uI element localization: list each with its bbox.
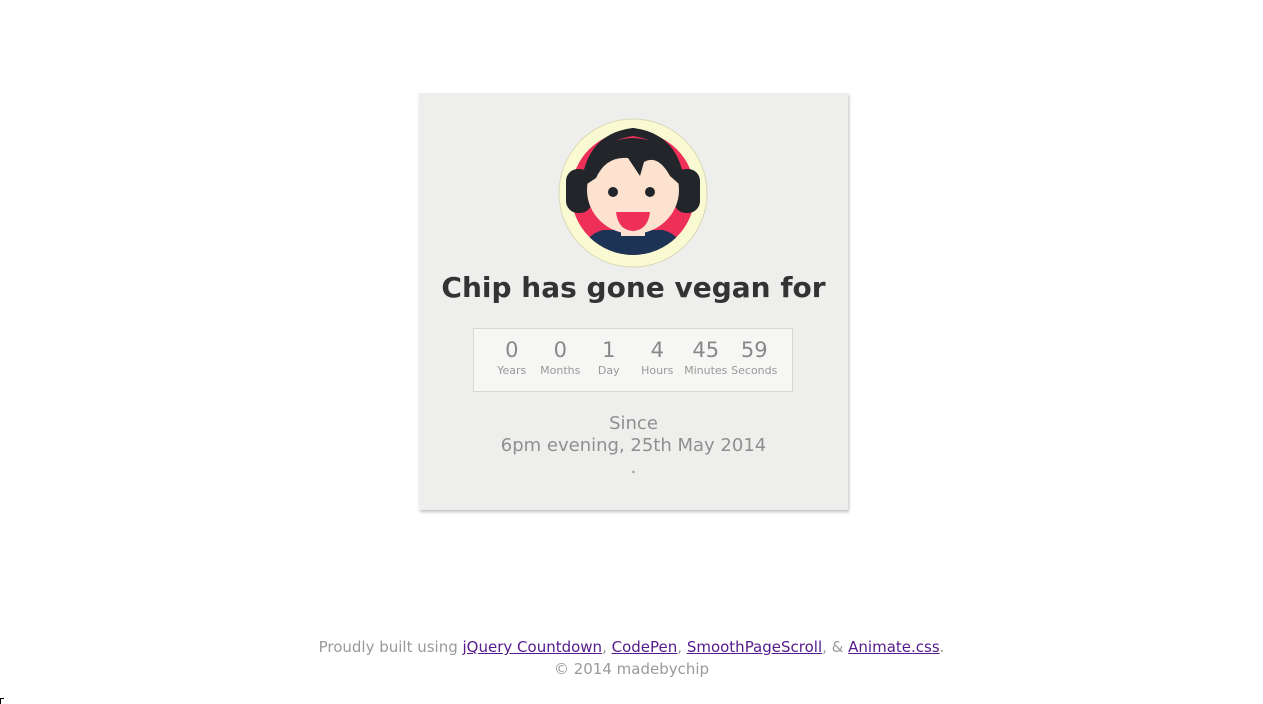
countdown-label: Years	[497, 364, 527, 377]
copyright: © 2014 madebychip	[553, 660, 710, 678]
countdown-value: 0	[505, 338, 519, 362]
mouse-cursor-icon	[0, 698, 4, 704]
countdown-days: 1 Day	[585, 335, 634, 391]
countdown-label: Seconds	[731, 364, 778, 377]
countdown-timer: 0 Years 0 Months 1 Day 4 Hours 45 Minute…	[473, 328, 793, 392]
countdown-value: 4	[650, 338, 664, 362]
separator: ,	[602, 638, 612, 656]
since-text: Since 6pm evening, 25th May 2014 .	[419, 413, 848, 479]
link-codepen[interactable]: CodePen	[612, 638, 678, 656]
countdown-minutes: 45 Minutes	[682, 335, 731, 391]
avatar-eye-left	[608, 187, 618, 197]
credits-suffix: .	[939, 638, 945, 656]
countdown-months: 0 Months	[536, 335, 585, 391]
separator: ,	[677, 638, 687, 656]
countdown-value: 59	[740, 338, 768, 362]
countdown-label: Day	[597, 364, 620, 377]
since-label: Since	[609, 413, 658, 434]
separator: , &	[822, 638, 849, 656]
countdown-value: 1	[602, 338, 616, 362]
countdown-hours: 4 Hours	[633, 335, 682, 391]
avatar	[558, 118, 708, 268]
link-jquery-countdown[interactable]: jQuery Countdown	[463, 638, 603, 656]
link-smoothpagescroll[interactable]: SmoothPageScroll	[687, 638, 822, 656]
countdown-label: Minutes	[684, 364, 728, 377]
countdown-years: 0 Years	[488, 335, 537, 391]
profile-card: Chip has gone vegan for 0 Years 0 Months…	[419, 93, 848, 510]
avatar-eye-right	[645, 187, 655, 197]
countdown-value: 0	[553, 338, 567, 362]
since-date: 6pm evening, 25th May 2014	[500, 435, 767, 456]
countdown-label: Months	[540, 364, 581, 377]
link-animate-css[interactable]: Animate.css	[848, 638, 940, 656]
page-footer: Proudly built using jQuery Countdown, Co…	[0, 636, 1263, 680]
page-title: Chip has gone vegan for	[441, 271, 826, 304]
since-trailer: .	[630, 457, 637, 478]
countdown-value: 45	[692, 338, 720, 362]
credits-prefix: Proudly built using	[318, 638, 463, 656]
countdown-label: Hours	[641, 364, 674, 377]
countdown-seconds: 59 Seconds	[730, 335, 779, 391]
credits-line: Proudly built using jQuery Countdown, Co…	[0, 636, 1263, 658]
